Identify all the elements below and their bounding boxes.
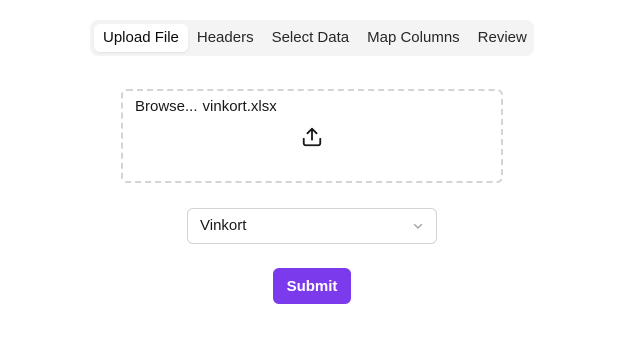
tab-select-data[interactable]: Select Data — [263, 24, 359, 52]
sheet-select[interactable]: Vinkort — [187, 208, 437, 244]
file-dropzone[interactable]: Browse... vinkort.xlsx — [121, 89, 503, 183]
tab-upload-file[interactable]: Upload File — [94, 24, 188, 52]
upload-icon — [302, 127, 322, 147]
file-input-row[interactable]: Browse... vinkort.xlsx — [135, 98, 277, 115]
browse-label[interactable]: Browse... — [135, 98, 198, 115]
file-name: vinkort.xlsx — [202, 98, 277, 115]
chevron-down-icon — [413, 223, 423, 229]
sheet-select-value: Vinkort — [200, 217, 247, 234]
tab-review[interactable]: Review — [469, 24, 536, 52]
submit-button[interactable]: Submit — [273, 268, 351, 304]
step-tabs: Upload File Headers Select Data Map Colu… — [90, 20, 534, 56]
tab-headers[interactable]: Headers — [188, 24, 263, 52]
tab-map-columns[interactable]: Map Columns — [358, 24, 469, 52]
